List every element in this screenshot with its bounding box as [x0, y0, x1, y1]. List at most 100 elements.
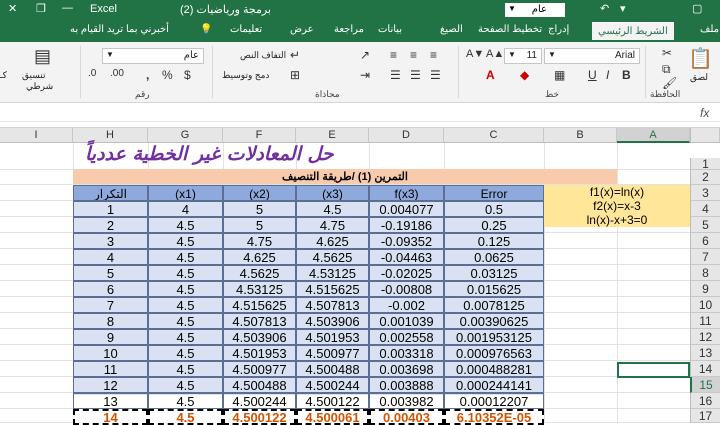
column-header-B[interactable]: B	[544, 128, 617, 143]
borders-icon[interactable]: ▦	[554, 68, 565, 82]
underline-icon[interactable]: U	[588, 68, 597, 82]
table-cell[interactable]: 4.5	[148, 233, 223, 249]
comma-icon[interactable]: ,	[146, 68, 149, 82]
row-header-4[interactable]: 4	[690, 201, 720, 217]
format-painter-icon[interactable]: 🖌	[662, 76, 677, 90]
row-header-8[interactable]: 8	[690, 265, 720, 281]
column-header-I[interactable]: I	[0, 128, 73, 143]
table-cell[interactable]: -0.02025	[369, 265, 444, 281]
select-all-corner[interactable]	[690, 128, 720, 143]
number-format-box[interactable]: عام ▼	[102, 48, 204, 64]
table-cell[interactable]: 4.75	[296, 217, 369, 233]
row-header-6[interactable]: 6	[690, 233, 720, 249]
table-cell[interactable]: 10	[73, 345, 148, 361]
table-cell[interactable]: 3	[73, 233, 148, 249]
wrap-text-button[interactable]: التفاف النص	[240, 50, 286, 61]
row-header-12[interactable]: 12	[690, 329, 720, 345]
function-cell[interactable]: f1(x)=ln(x)	[544, 185, 690, 199]
font-size-box[interactable]: 11 ▼	[504, 48, 542, 64]
tab-page-layout[interactable]: تخطيط الصفحة	[478, 24, 542, 35]
table-cell[interactable]: -0.00808	[369, 281, 444, 297]
table-cell[interactable]: -0.04463	[369, 249, 444, 265]
merge-center-button[interactable]: دمج وتوسيط	[222, 70, 269, 81]
table-cell[interactable]: 0.001953125	[444, 329, 544, 345]
column-header-E[interactable]: E	[296, 128, 369, 143]
table-header-cell[interactable]: (x3)	[296, 185, 369, 201]
customize-icon[interactable]: ▾	[620, 2, 626, 15]
restore-icon[interactable]: ❐	[36, 2, 46, 15]
table-cell[interactable]: 0.000976563	[444, 345, 544, 361]
table-cell[interactable]: 4.500244	[296, 377, 369, 393]
formula-bar[interactable]: fx	[0, 103, 720, 128]
align-left-icon[interactable]: ☰	[390, 68, 401, 82]
table-cell[interactable]: 4.500977	[223, 361, 296, 377]
table-cell[interactable]: 0.0078125	[444, 297, 544, 313]
undo-icon[interactable]: ↶	[600, 2, 609, 15]
tab-formulas[interactable]: الصيغ	[440, 24, 463, 35]
align-center-icon[interactable]: ☰	[410, 68, 421, 82]
table-cell[interactable]: 4.5	[148, 345, 223, 361]
save-icon[interactable]: ▢	[692, 2, 702, 15]
table-cell[interactable]: 4.515625	[223, 297, 296, 313]
table-cell[interactable]: 0.5	[444, 201, 544, 217]
decrease-font-icon[interactable]: A▼	[466, 48, 484, 60]
tell-me-search[interactable]: أخبرني بما تريد القيام به	[70, 24, 169, 35]
table-cell[interactable]: 4.5625	[223, 265, 296, 281]
fill-color-icon[interactable]: ◆	[520, 68, 529, 82]
table-cell[interactable]: 1	[73, 201, 148, 217]
italic-icon[interactable]: I	[606, 68, 609, 82]
column-header-G[interactable]: G	[148, 128, 223, 143]
conditional-formatting-button[interactable]: تنسيق	[22, 70, 45, 81]
function-icon[interactable]: fx	[700, 106, 709, 120]
table-cell[interactable]: 4.75	[223, 233, 296, 249]
table-cell[interactable]: 11	[73, 361, 148, 377]
table-cell[interactable]: 4.5	[148, 313, 223, 329]
table-cell[interactable]: 4.625	[296, 233, 369, 249]
table-cell[interactable]: 4.5	[148, 329, 223, 345]
align-middle-icon[interactable]: ≡	[410, 48, 417, 62]
table-cell[interactable]: 0.001039	[369, 313, 444, 329]
table-cell[interactable]: 2	[73, 217, 148, 233]
quick-font-box[interactable]: ▼ عام	[505, 3, 565, 17]
table-cell[interactable]: 4.53125	[296, 265, 369, 281]
table-cell[interactable]: 0.003318	[369, 345, 444, 361]
align-bottom-icon[interactable]: ≡	[390, 48, 397, 62]
table-cell[interactable]: 8	[73, 313, 148, 329]
table-cell[interactable]: 4.500488	[223, 377, 296, 393]
table-cell[interactable]: 0.25	[444, 217, 544, 233]
table-cell[interactable]: 0.03125	[444, 265, 544, 281]
table-cell[interactable]: 0.003982	[369, 393, 444, 409]
table-cell[interactable]: 4.507813	[223, 313, 296, 329]
table-cell[interactable]: 0.003888	[369, 377, 444, 393]
table-header-cell[interactable]: Error	[444, 185, 544, 201]
row-header-16[interactable]: 16	[690, 393, 720, 409]
table-cell[interactable]: 4.500488	[296, 361, 369, 377]
table-header-cell[interactable]: (x1)	[148, 185, 223, 201]
paste-button[interactable]: لصق	[690, 72, 708, 83]
close-icon[interactable]: ✕	[8, 2, 17, 15]
table-cell[interactable]: -0.19186	[369, 217, 444, 233]
table-cell[interactable]: 4.5	[148, 281, 223, 297]
tab-insert[interactable]: إدراج	[548, 24, 569, 35]
table-cell[interactable]: 4.5	[148, 393, 223, 409]
table-cell[interactable]: 4.5	[296, 201, 369, 217]
percent-icon[interactable]: %	[162, 68, 173, 82]
row-header-15[interactable]: 15	[690, 377, 720, 393]
table-cell[interactable]: 4.5625	[296, 249, 369, 265]
paste-icon[interactable]: 📋	[688, 46, 713, 71]
tab-data[interactable]: بيانات	[378, 24, 402, 35]
table-title[interactable]: التمرين (1) /طريقة التنصيف	[73, 170, 617, 185]
table-cell[interactable]: 5	[223, 201, 296, 217]
table-cell[interactable]: 4.500977	[296, 345, 369, 361]
row-header-2[interactable]: 2	[690, 170, 720, 185]
table-header-cell[interactable]: f(x3)	[369, 185, 444, 201]
table-header-cell[interactable]: (x2)	[223, 185, 296, 201]
table-cell[interactable]: 0.125	[444, 233, 544, 249]
font-color-icon[interactable]: A	[486, 68, 495, 82]
table-cell[interactable]: 12	[73, 377, 148, 393]
table-cell[interactable]: 4.53125	[223, 281, 296, 297]
table-cell[interactable]: 4.503906	[223, 329, 296, 345]
table-cell[interactable]: 4.5	[148, 361, 223, 377]
table-cell[interactable]: 0.004077	[369, 201, 444, 217]
table-cell[interactable]: 0.00012207	[444, 393, 544, 409]
